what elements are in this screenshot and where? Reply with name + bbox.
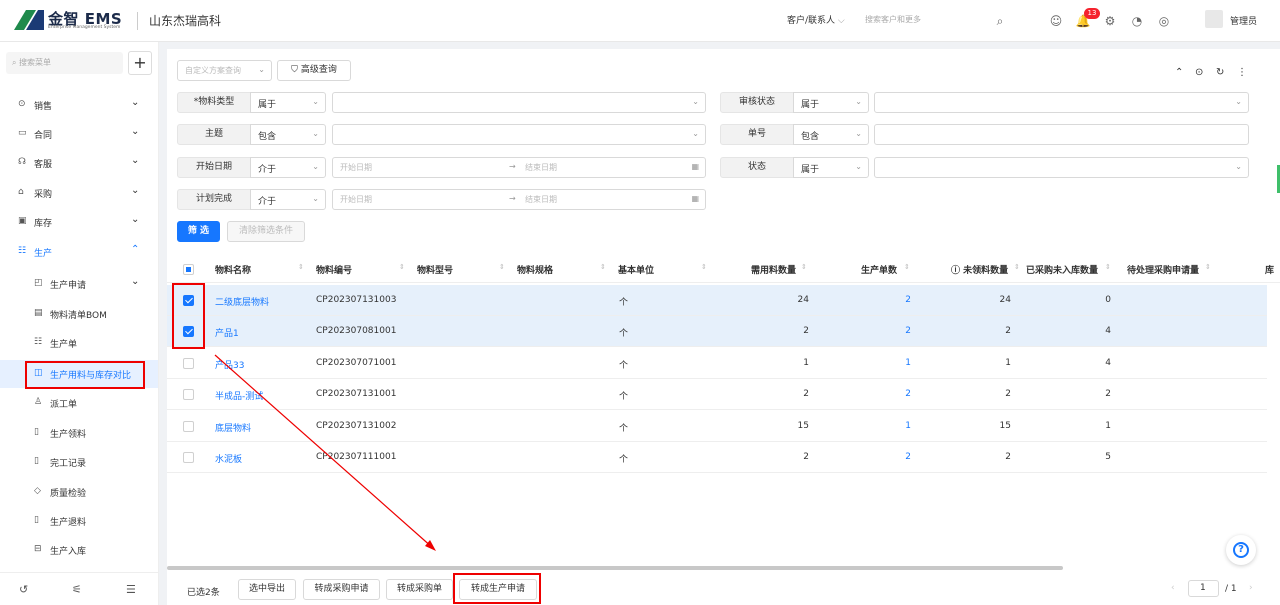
question-icon: ? [1233, 542, 1249, 558]
annotation-arrow [214, 354, 436, 551]
floating-help-button[interactable]: ? [1226, 535, 1256, 565]
annotation-arrow-line [214, 354, 434, 549]
